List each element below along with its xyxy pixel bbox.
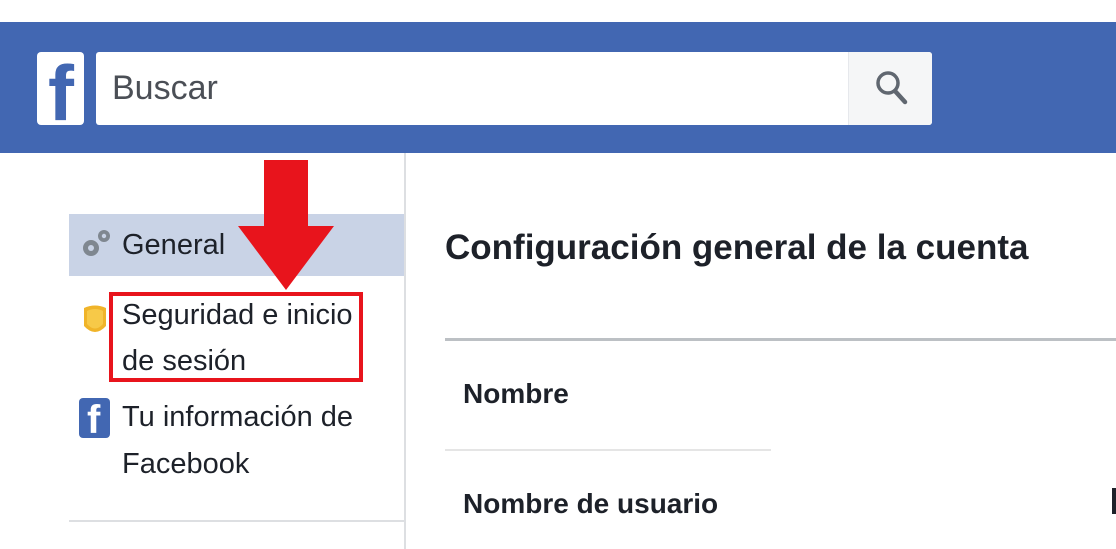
- sidebar-section-divider: [69, 520, 404, 522]
- title-divider: [445, 338, 1116, 341]
- annotation-arrow-down-icon: [238, 160, 334, 290]
- facebook-logo[interactable]: f: [37, 52, 84, 125]
- search-box: [96, 52, 932, 125]
- search-input[interactable]: [96, 52, 848, 125]
- sidebar-item-your-facebook-information[interactable]: f Tu información de Facebook: [69, 394, 404, 486]
- top-strip: [0, 0, 1116, 22]
- facebook-logo-letter: f: [48, 52, 74, 125]
- security-badge-icon: [84, 305, 106, 332]
- sidebar-divider: [404, 153, 406, 549]
- search-icon: [876, 71, 908, 105]
- gears-icon: [83, 230, 110, 256]
- row-divider: [445, 449, 771, 451]
- facebook-icon: f: [79, 398, 110, 438]
- setting-row-name-label: Nombre: [463, 378, 569, 409]
- sidebar-item-label: Tu información de Facebook: [122, 401, 354, 480]
- setting-row-username-label: Nombre de usuario: [463, 488, 719, 519]
- page-title: Configuración general de la cuenta: [445, 228, 1029, 267]
- sidebar-item-label: General: [122, 229, 226, 261]
- edge-text-fragment: [1112, 488, 1116, 514]
- search-button[interactable]: [848, 52, 932, 125]
- annotation-highlight-box: [109, 292, 363, 382]
